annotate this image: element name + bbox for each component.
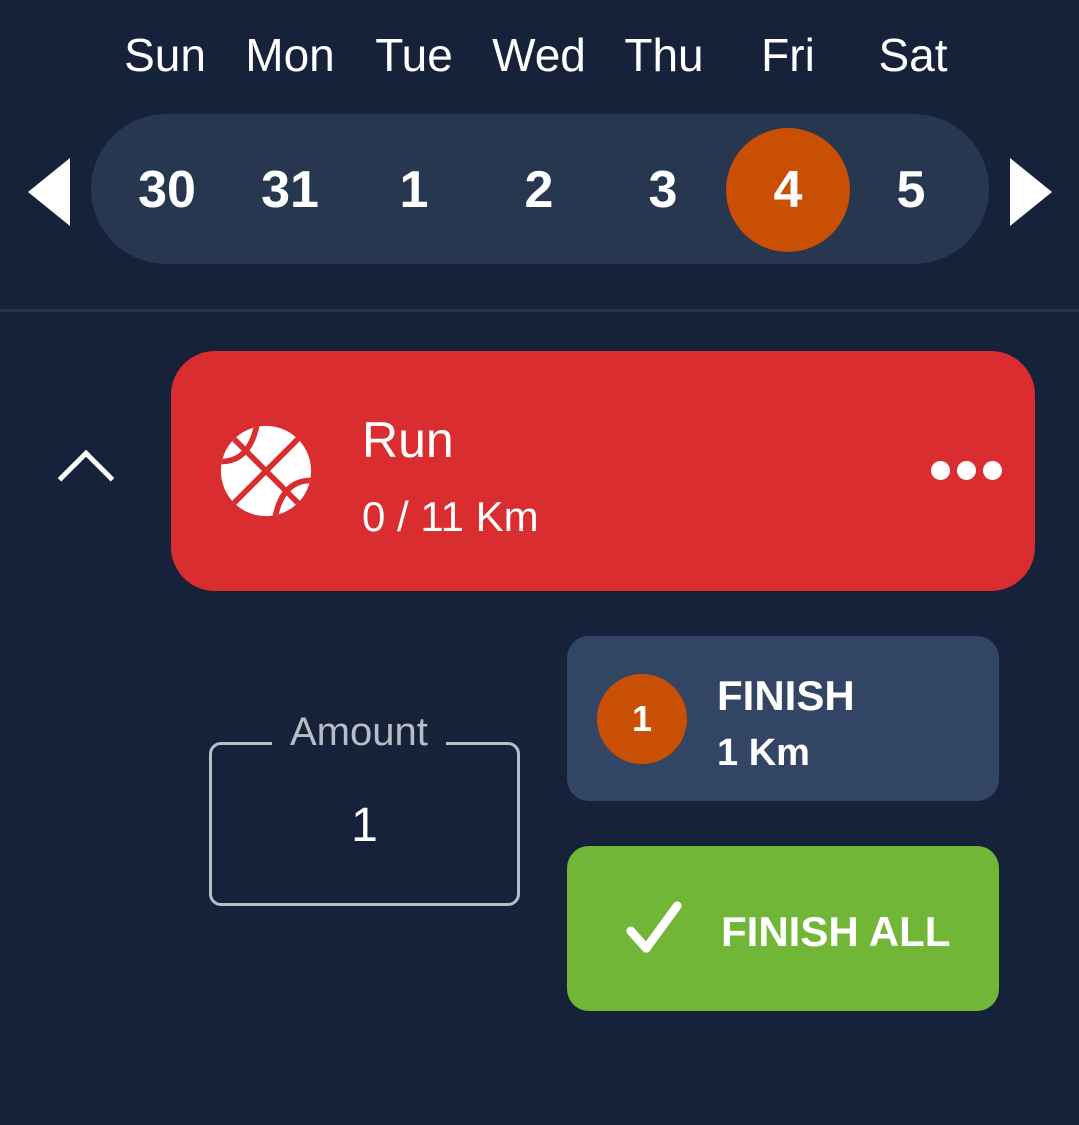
date-1[interactable]: 1 [352, 128, 476, 252]
weekday-sun: Sun [124, 29, 206, 81]
weekday-wed: Wed [492, 29, 586, 81]
weekday-tue: Tue [375, 29, 453, 81]
date-30[interactable]: 30 [105, 128, 229, 252]
task-progress: 0 / 11 Km [362, 493, 539, 540]
finish-button[interactable]: 1 FINISH 1 Km [567, 636, 999, 801]
weekday-mon: Mon [245, 29, 335, 81]
divider [0, 309, 1079, 312]
next-week-icon[interactable] [1010, 158, 1052, 226]
date-3[interactable]: 3 [601, 128, 725, 252]
prev-week-icon[interactable] [28, 158, 70, 226]
more-options-icon[interactable] [931, 459, 1003, 483]
app: Sun Mon Tue Wed Thu Fri Sat 30 31 1 2 3 … [0, 0, 1079, 1125]
finish-all-button[interactable]: FINISH ALL [567, 846, 999, 1011]
date-5[interactable]: 5 [849, 128, 973, 252]
task-title: Run [362, 412, 454, 468]
finish-all-label: FINISH ALL [721, 908, 951, 955]
weekday-fri: Fri [761, 29, 815, 81]
chevron-up-icon[interactable] [57, 449, 115, 507]
check-icon [626, 901, 682, 953]
finish-amount: 1 Km [717, 732, 810, 774]
finish-label: FINISH [717, 672, 855, 719]
amount-value[interactable]: 1 [209, 798, 520, 853]
weekday-thu: Thu [624, 29, 704, 81]
amount-label: Amount [272, 710, 446, 755]
date-31[interactable]: 31 [228, 128, 352, 252]
weekday-header: Sun Mon Tue Wed Thu Fri Sat [0, 28, 1079, 88]
weekday-sat: Sat [878, 29, 948, 81]
task-card-run[interactable]: Run 0 / 11 Km [171, 351, 1035, 591]
finish-count-badge: 1 [597, 674, 687, 764]
basketball-icon [220, 425, 312, 517]
date-4-selected[interactable]: 4 [726, 128, 850, 252]
date-2[interactable]: 2 [477, 128, 601, 252]
